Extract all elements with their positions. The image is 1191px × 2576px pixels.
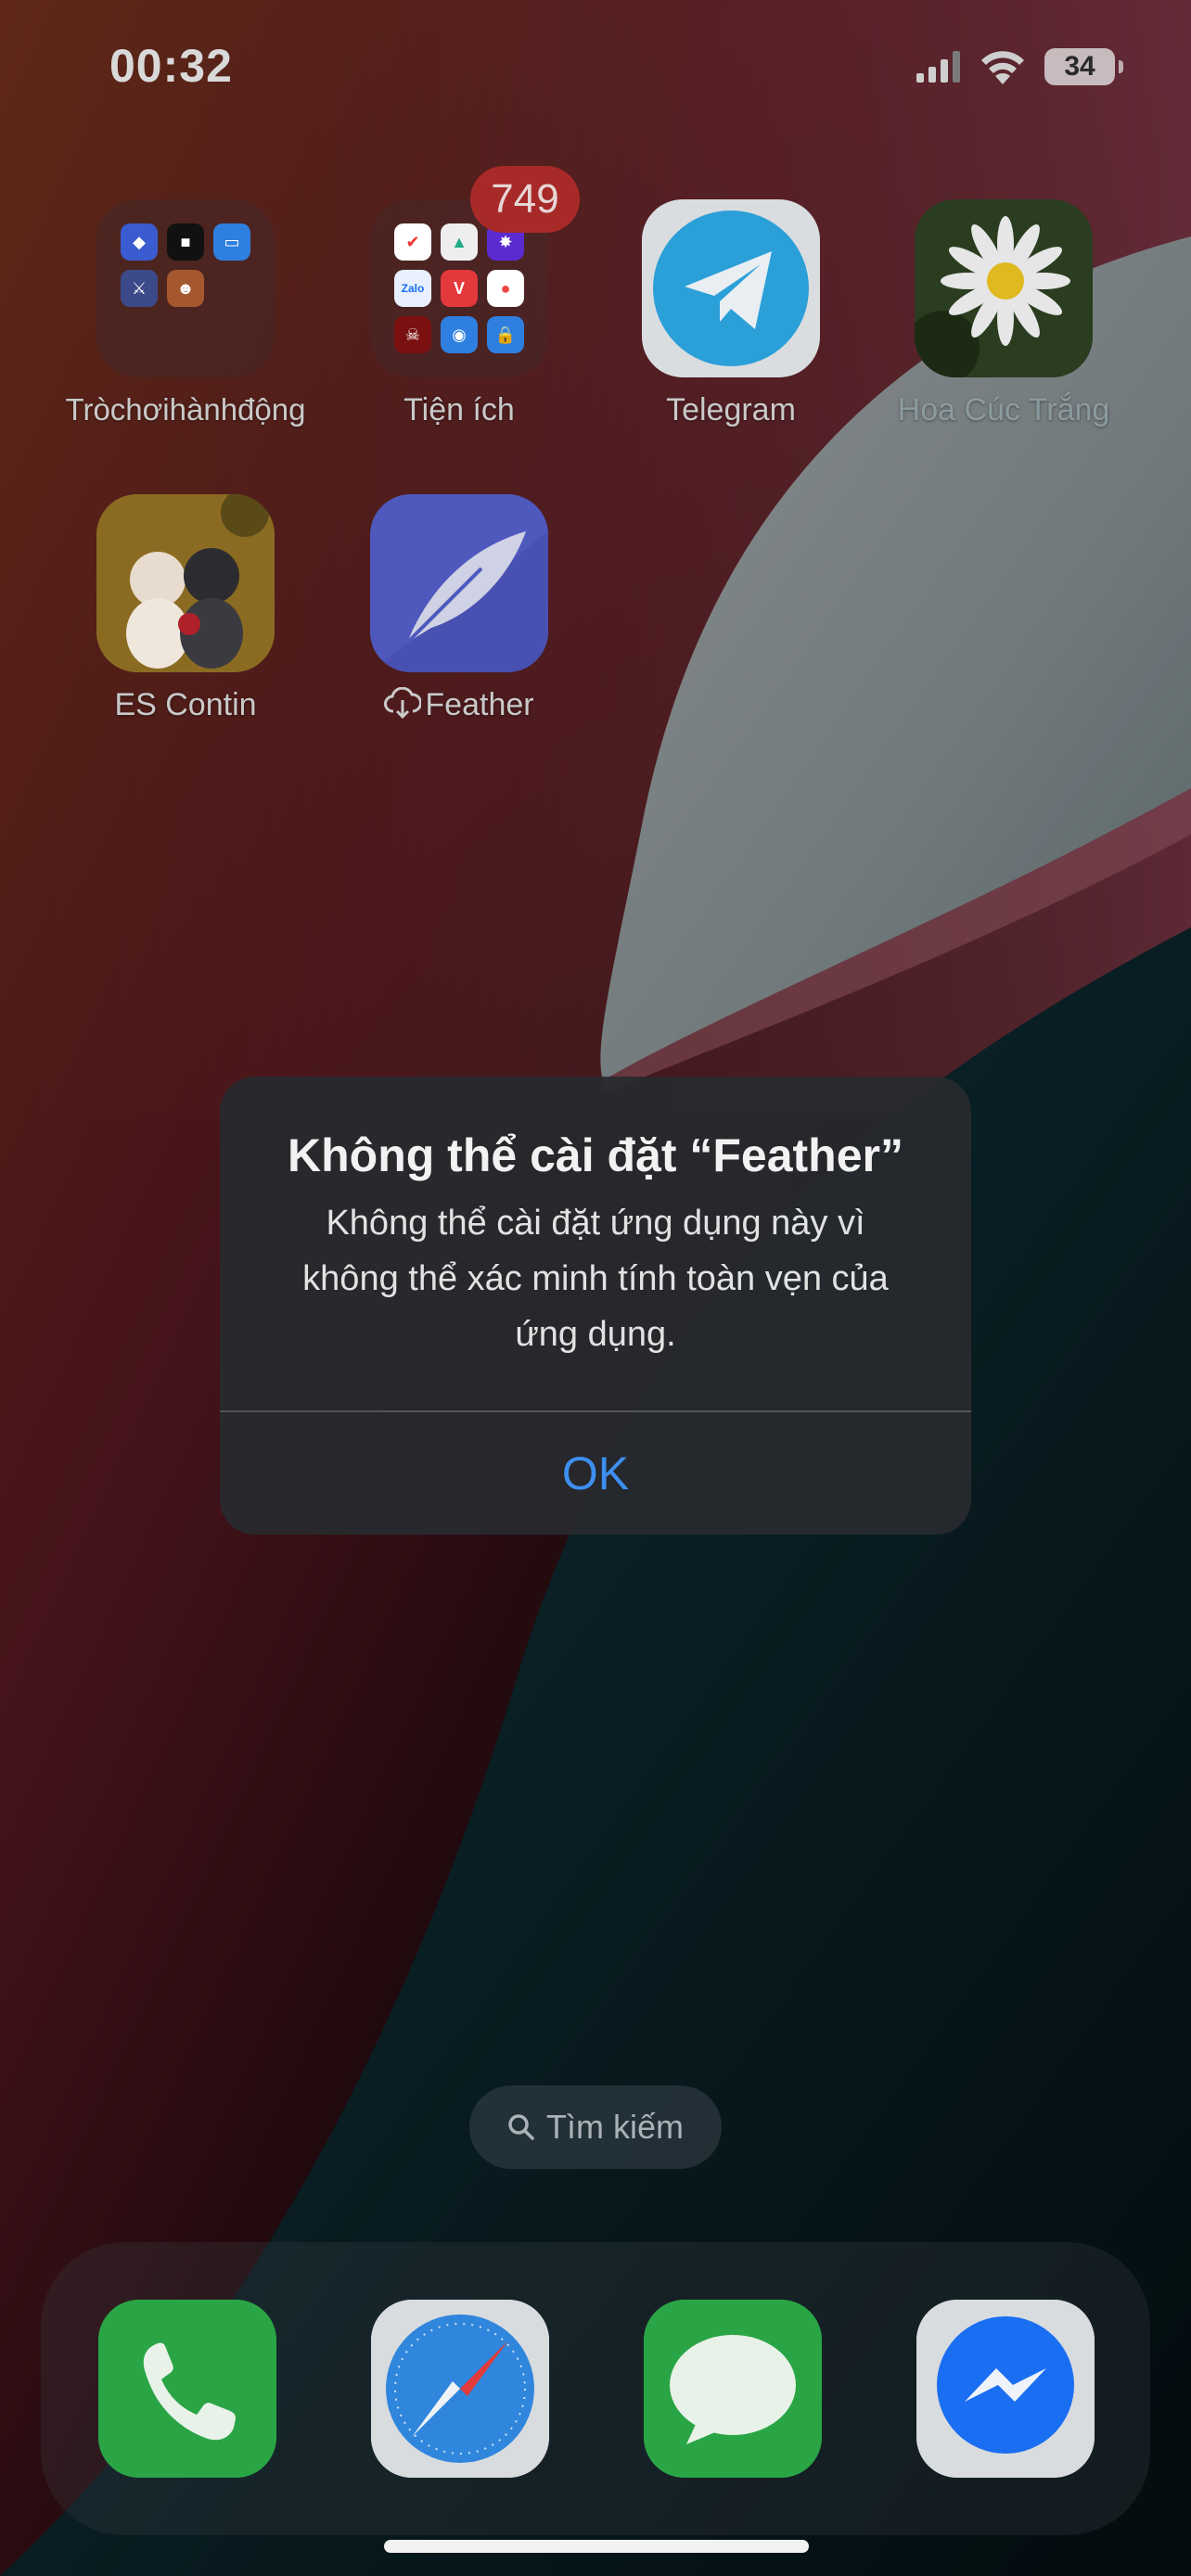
search-label: Tìm kiếm — [546, 2108, 684, 2146]
kittens-icon — [96, 494, 275, 672]
game-icon: ☻ — [167, 270, 204, 307]
dock-safari-app[interactable] — [371, 2300, 549, 2478]
home-indicator[interactable] — [384, 2540, 809, 2553]
es-contin-label: ES Contin — [114, 687, 257, 722]
battery-indicator: 34 — [1044, 48, 1123, 85]
app-es-contin[interactable]: ES Contin — [93, 494, 278, 723]
messages-icon — [644, 2300, 822, 2478]
phone-icon — [98, 2300, 276, 2478]
roblox-icon: ■ — [167, 223, 204, 261]
folder-utilities-label: Tiện ích — [403, 392, 515, 427]
alert-title: Không thể cài đặt “Feather” — [288, 1129, 903, 1181]
cellular-signal-icon — [916, 51, 960, 83]
safari-compass-icon — [371, 2300, 549, 2478]
app-telegram[interactable]: Telegram — [638, 199, 824, 428]
ok-button[interactable]: OK — [220, 1412, 971, 1535]
feather-label: Feather — [425, 687, 534, 722]
daisy-label: Hoa Cúc Trắng — [897, 392, 1110, 427]
search-icon — [508, 2114, 534, 2140]
zalopay-icon: Zalo — [394, 270, 431, 307]
feather-label-row: Feather — [366, 686, 552, 723]
app-hoa-cuc-trang[interactable]: Hoa Cúc Trắng — [898, 199, 1109, 428]
install-error-alert: Không thể cài đặt “Feather” Không thể cà… — [220, 1077, 971, 1535]
broadcast-icon: ◉ — [441, 316, 478, 353]
folder-utilities[interactable]: ✔ ▲ ✸ Zalo V ● ☠ ◉ 🔒 Tiện ích 749 — [366, 166, 580, 428]
dock-messenger-app[interactable] — [916, 2300, 1095, 2478]
files-icon: ▭ — [213, 223, 250, 261]
telegram-icon — [642, 199, 820, 377]
game-icon: ☠ — [394, 316, 431, 353]
dock-messages-app[interactable] — [644, 2300, 822, 2478]
cloud-download-icon — [384, 686, 423, 720]
folder-icon: ◆ ■ ▭ ⚔ ☻ — [96, 199, 275, 377]
clock: 00:32 — [109, 40, 233, 92]
battery-level: 34 — [1064, 51, 1095, 82]
drive-icon: ▲ — [441, 223, 478, 261]
telegram-label: Telegram — [666, 392, 796, 427]
folder-games-label: Tròchơihànhđộng — [65, 392, 306, 427]
lock-icon: 🔒 — [487, 316, 524, 353]
feather-icon — [370, 494, 548, 672]
daisy-flower-icon — [915, 199, 1093, 377]
home-screen: 00:32 34 ◆ ■ ▭ ⚔ ☻ Tròchơihànhđộng ✔ ▲ ✸… — [0, 0, 1191, 2576]
vivaldi-icon: V — [441, 270, 478, 307]
messenger-icon — [916, 2300, 1095, 2478]
chrome-icon: ● — [487, 270, 524, 307]
folder-games[interactable]: ◆ ■ ▭ ⚔ ☻ Tròchơihànhđộng — [66, 199, 305, 427]
shortcuts-icon: ◆ — [121, 223, 158, 261]
dock-phone-app[interactable] — [98, 2300, 276, 2478]
notification-badge: 749 — [470, 166, 580, 233]
search-button[interactable]: Tìm kiếm — [469, 2085, 722, 2169]
check-icon: ✔ — [394, 223, 431, 261]
app-feather[interactable]: Feather — [366, 494, 552, 723]
alert-message: Không thể cài đặt ứng dụng này vì không … — [302, 1204, 889, 1354]
wifi-icon — [981, 51, 1024, 84]
game-icon: ⚔ — [121, 270, 158, 307]
status-icons: 34 — [916, 45, 1123, 89]
